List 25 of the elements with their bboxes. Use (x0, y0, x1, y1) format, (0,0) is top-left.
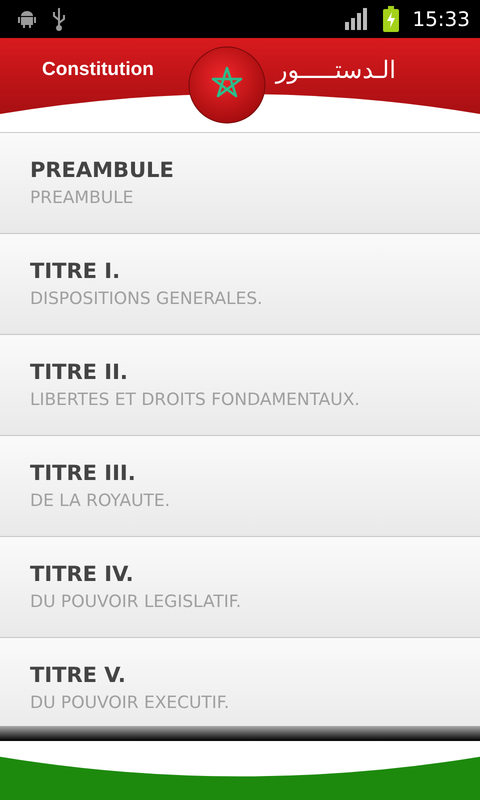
status-time: 15:33 (412, 7, 470, 31)
usb-icon (50, 6, 68, 32)
item-subtitle: PREAMBULE (30, 188, 134, 208)
list-item[interactable]: TITRE V. DU POUVOIR EXECUTIF. (0, 638, 480, 726)
item-title: TITRE II. (30, 360, 129, 384)
item-title: TITRE I. (30, 259, 122, 283)
star-emblem-icon (188, 46, 266, 124)
item-title: TITRE IV. (30, 562, 135, 586)
app-title: Constitution (42, 59, 154, 81)
android-icon (16, 8, 38, 30)
list-item[interactable]: TITRE IV. DU POUVOIR LEGISLATIF. (0, 537, 480, 638)
app-title-arabic: الـدستـــــور (276, 56, 396, 84)
battery-charging-icon (382, 6, 400, 32)
item-title: TITRE III. (30, 461, 137, 485)
item-subtitle: DISPOSITIONS GENERALES. (30, 289, 264, 309)
item-subtitle: DE LA ROYAUTE. (30, 491, 172, 511)
list-item[interactable]: TITRE I. DISPOSITIONS GENERALES. (0, 234, 480, 335)
list-item[interactable]: TITRE III. DE LA ROYAUTE. (0, 436, 480, 537)
item-subtitle: DU POUVOIR EXECUTIF. (30, 693, 230, 713)
item-subtitle: LIBERTES ET DROITS FONDAMENTAUX. (30, 390, 361, 410)
item-subtitle: DU POUVOIR LEGISLATIF. (30, 592, 242, 612)
list-item[interactable]: PREAMBULE PREAMBULE (0, 133, 480, 234)
list-item[interactable]: TITRE II. LIBERTES ET DROITS FONDAMENTAUX. (0, 335, 480, 436)
item-title: PREAMBULE (30, 158, 175, 182)
item-title: TITRE V. (30, 663, 127, 687)
